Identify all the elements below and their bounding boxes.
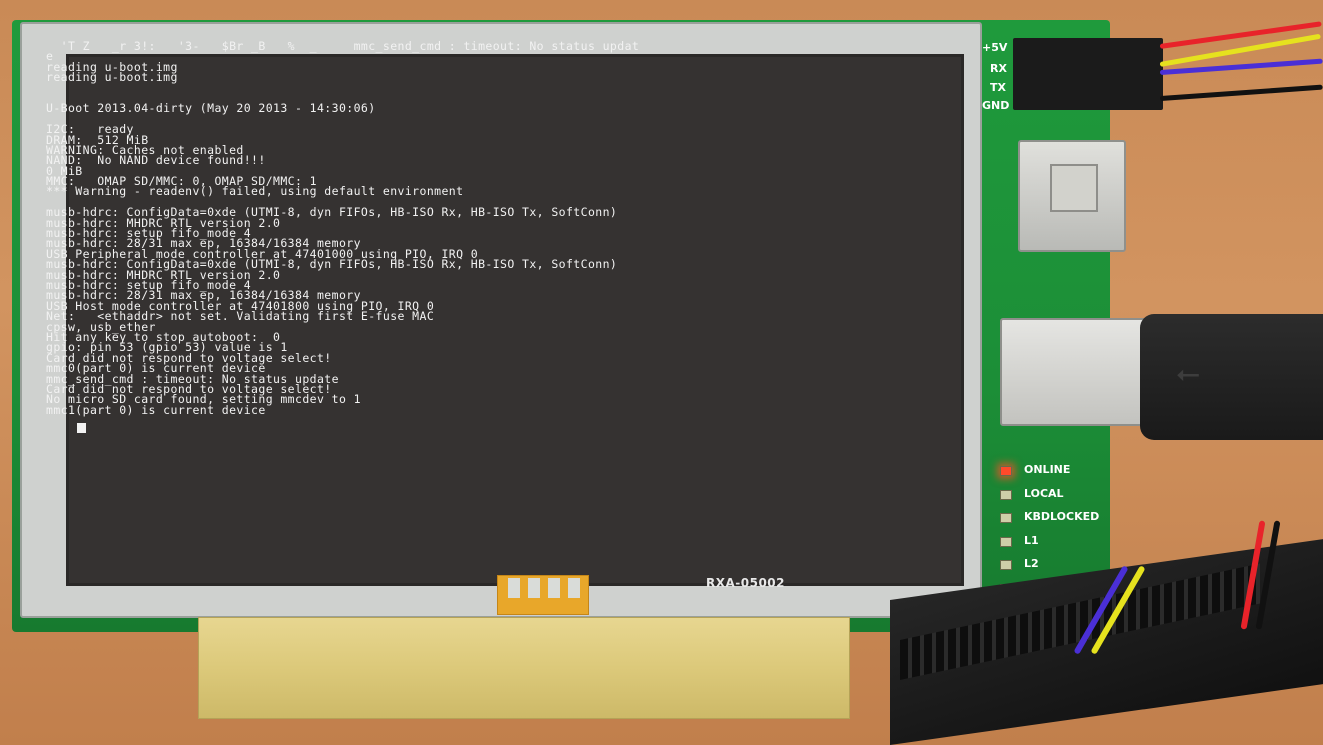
pin-label-vcc: +5V (982, 41, 1008, 54)
led-indicator (1000, 489, 1012, 500)
terminal-line: mmc1(part 0) is current device (46, 402, 266, 417)
led-indicator (1000, 513, 1012, 523)
usb-icon: ⭠ (1176, 356, 1200, 391)
board-label: RXA-05002 (706, 576, 786, 590)
led-label: KBDLOCKED (1024, 510, 1100, 523)
usb-a-port (1000, 318, 1148, 426)
flex-cable (497, 575, 589, 615)
serial-header-connector (1013, 38, 1163, 110)
terminal-line: reading u-boot.img (46, 59, 178, 74)
led-indicator (1000, 466, 1012, 476)
led-indicator (1000, 560, 1012, 570)
terminal-line: *** Warning - readenv() failed, using de… (46, 184, 464, 199)
pin-label-rx: RX (990, 62, 1007, 75)
terminal-cursor (77, 423, 86, 433)
pin-label-tx: TX (990, 81, 1006, 94)
led-label: LOCAL (1024, 486, 1064, 500)
terminal-line: U-Boot 2013.04-dirty (May 20 2013 - 14:3… (46, 101, 376, 116)
terminal-line: I2C: ready (46, 122, 134, 137)
terminal-line: NAND: No NAND device found!!! (46, 153, 266, 168)
terminal-line: Net: <ethaddr> not set. Validating first… (46, 309, 435, 324)
photo-scene: 'T Z _r 3!: '3- $Br _B % _ mmc_send_cmd … (0, 0, 1323, 745)
wire-red (1159, 21, 1322, 49)
usb-b-port (1018, 140, 1126, 252)
terminal-line: 'T Z _r 3!: '3- $Br _B % _ mmc_send_cmd … (46, 41, 640, 53)
pin-label-gnd: GND (982, 99, 1010, 112)
terminal-output: 'T Z _r 3!: '3- $Br _B % _ mmc_send_cmd … (46, 41, 926, 441)
led-label: L1 (1024, 533, 1039, 547)
terminal-line: reading u-boot.img (46, 70, 178, 85)
led-label: L2 (1024, 557, 1039, 570)
led-label: ONLINE (1024, 463, 1071, 476)
led-indicator (1000, 536, 1012, 547)
foam-stand (198, 617, 850, 719)
wire-black (1159, 84, 1323, 101)
